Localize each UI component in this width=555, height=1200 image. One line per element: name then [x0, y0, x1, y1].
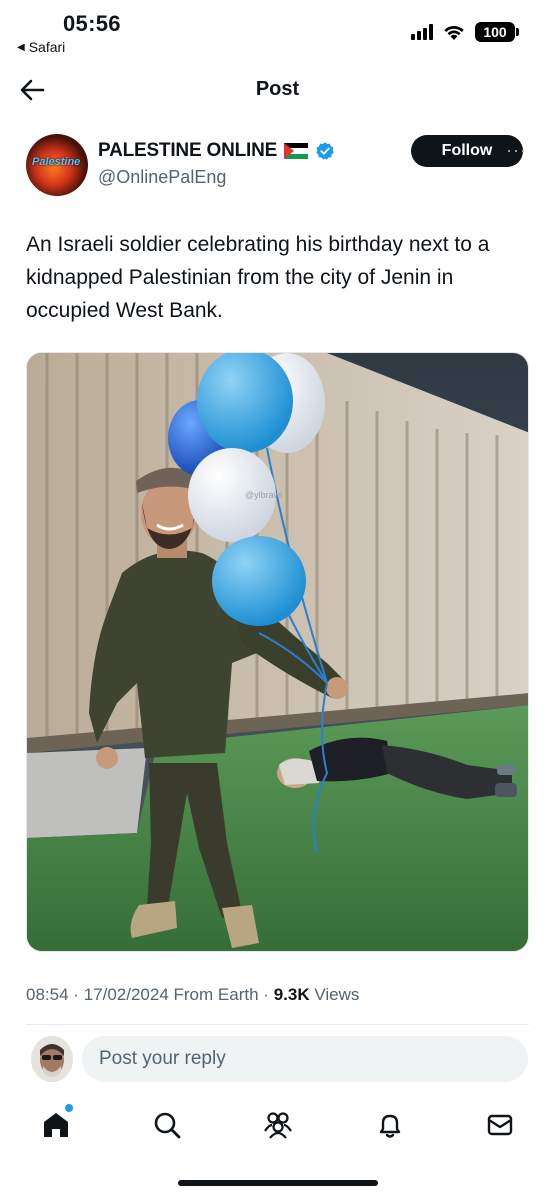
status-time: 05:56: [63, 11, 121, 36]
views-label[interactable]: Views: [314, 985, 359, 1004]
search-tab[interactable]: [150, 1108, 184, 1142]
post-photo: @ylbrawl: [27, 353, 528, 951]
author-handle[interactable]: @OnlinePalEng: [98, 167, 226, 188]
home-tab[interactable]: [39, 1104, 73, 1142]
author-display-name[interactable]: PALESTINE ONLINE: [98, 140, 277, 162]
cellular-signal-icon: [411, 24, 433, 40]
post-header: Post: [0, 62, 555, 118]
verified-badge-icon: [316, 142, 334, 160]
views-count[interactable]: 9.3K: [274, 985, 310, 1004]
meta-separator-2: ·: [263, 985, 269, 1004]
post-source: From Earth: [173, 985, 259, 1004]
back-triangle-icon: ◀: [17, 41, 25, 53]
post-date: 17/02/2024: [83, 985, 169, 1004]
status-bar: 05:56 ◀ Safari 100: [0, 0, 555, 62]
home-icon: [44, 1113, 68, 1137]
user-avatar: [31, 1036, 73, 1082]
communities-icon: [264, 1112, 292, 1139]
home-notification-dot: [65, 1104, 73, 1112]
post-author: Palestine PALESTINE ONLINE @OnlinePalEng…: [26, 132, 536, 198]
image-watermark: @ylbrawl: [245, 490, 282, 500]
palestine-flag-icon: [284, 143, 309, 159]
author-avatar[interactable]: Palestine: [26, 134, 88, 196]
post-text: An Israeli soldier celebrating his birth…: [26, 233, 490, 322]
back-to-safari[interactable]: ◀ Safari: [17, 39, 65, 55]
messages-icon: [487, 1114, 513, 1136]
meta-separator: ·: [73, 985, 79, 1004]
back-app-label: Safari: [28, 39, 66, 55]
more-options-icon[interactable]: ···: [506, 140, 527, 161]
post-image[interactable]: @ylbrawl: [26, 352, 529, 952]
battery-indicator: 100: [475, 22, 519, 42]
search-icon: [154, 1112, 181, 1139]
status-icons: 100: [411, 22, 519, 42]
wifi-icon: [444, 26, 464, 40]
reply-input[interactable]: Post your reply: [82, 1036, 528, 1082]
avatar-text: Palestine: [32, 156, 81, 168]
bottom-tab-bar: [0, 1100, 555, 1150]
post-time: 08:54: [26, 985, 69, 1004]
home-indicator: [178, 1180, 378, 1186]
messages-tab[interactable]: [483, 1108, 517, 1142]
author-name-row: PALESTINE ONLINE: [98, 140, 335, 162]
divider: [26, 1024, 529, 1025]
notifications-icon: [379, 1114, 401, 1138]
notifications-tab[interactable]: [373, 1108, 407, 1142]
communities-tab[interactable]: [261, 1108, 295, 1142]
page-title: Post: [255, 78, 300, 100]
post-meta: 08:54 · 17/02/2024 From Earth · 9.3K Vie…: [26, 985, 359, 1005]
